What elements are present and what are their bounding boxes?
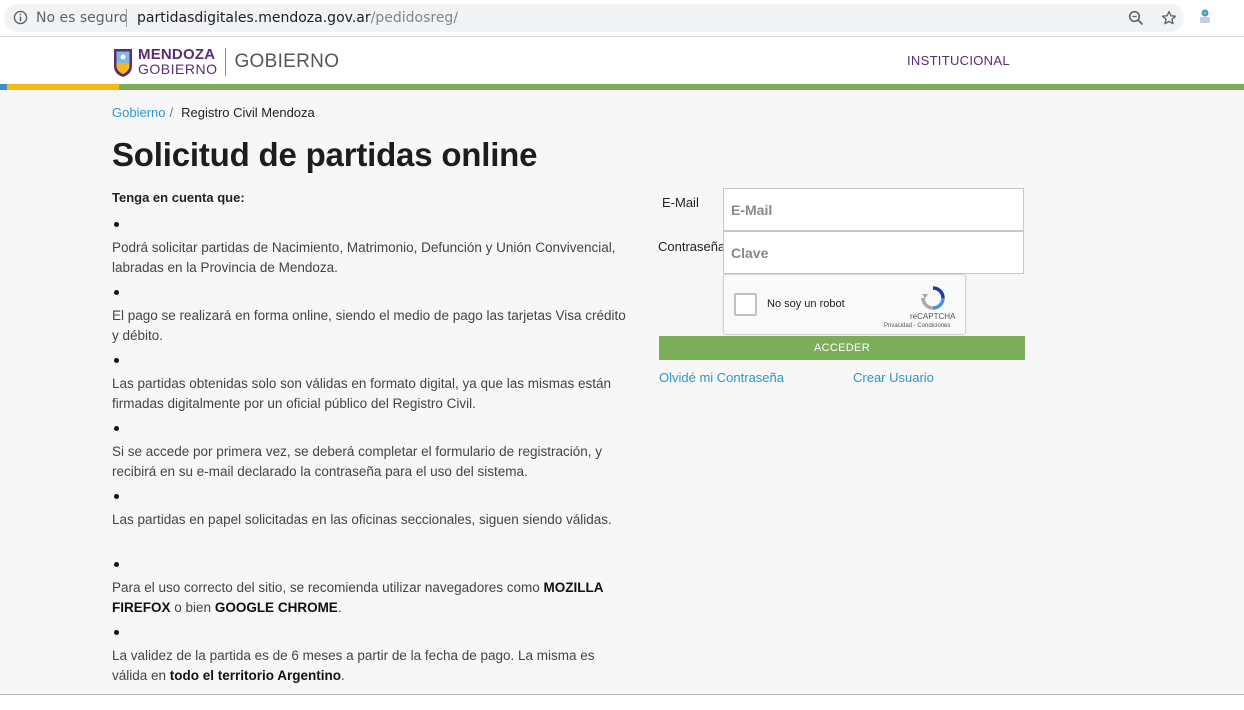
breadcrumb-gobierno[interactable]: Gobierno	[112, 105, 165, 120]
notice-text: Si se accede por primera vez, se deberá …	[112, 442, 632, 482]
notice-list: Podrá solicitar partidas de Nacimiento, …	[112, 218, 632, 694]
bullet-icon	[114, 562, 119, 567]
recaptcha-checkbox[interactable]	[734, 293, 757, 316]
mendoza-logo[interactable]: MENDOZA GOBIERNO GOBIERNO	[112, 45, 339, 79]
notice-item: Las partidas en papel solicitadas en las…	[112, 490, 632, 558]
notice-emphasis: todo el territorio Argentino	[169, 668, 342, 683]
logo-divider	[225, 48, 227, 76]
notice-fragment: Podrá solicitar partidas de Nacimiento, …	[112, 240, 616, 275]
bullet-icon	[114, 494, 119, 499]
window-bottom-edge	[0, 694, 1244, 710]
recaptcha-privacy-links[interactable]: Privacidad - Condiciones	[884, 323, 950, 329]
password-label: Contraseña	[658, 239, 726, 254]
security-status[interactable]: No es seguro	[36, 10, 128, 26]
province-shield-icon	[114, 49, 132, 77]
notice-fragment: El pago se realizará en forma online, si…	[112, 308, 626, 343]
password-input[interactable]	[723, 231, 1024, 274]
url-text[interactable]: partidasdigitales.mendoza.gov.ar/pedidos…	[137, 10, 458, 26]
notice-fragment: .	[341, 668, 345, 683]
bullet-icon	[114, 630, 119, 635]
recaptcha-brand: reCAPTCHA	[910, 312, 956, 321]
main-content: Gobierno / Registro Civil Mendoza Solicitu…	[0, 90, 1244, 694]
create-user-link[interactable]: Crear Usuario	[853, 370, 934, 385]
page-title: Solicitud de partidas online	[112, 136, 538, 173]
logo-line-gobierno: GOBIERNO	[138, 61, 218, 77]
recaptcha-label: No soy un robot	[767, 298, 845, 310]
notice-text: Podrá solicitar partidas de Nacimiento, …	[112, 238, 632, 278]
breadcrumb-separator: /	[169, 105, 174, 120]
notice-item: El pago se realizará en forma online, si…	[112, 286, 632, 354]
notice-item: Podrá solicitar partidas de Nacimiento, …	[112, 218, 632, 286]
notice-fragment: Las partidas obtenidas solo son válidas …	[112, 376, 612, 411]
breadcrumb-registro-civil: Registro Civil Mendoza	[181, 105, 315, 120]
url-path: /pedidosreg/	[370, 10, 459, 26]
bullet-icon	[114, 426, 119, 431]
url-divider	[126, 9, 127, 27]
notice-fragment: .	[337, 600, 342, 615]
notice-fragment: Las partidas en papel solicitadas en las…	[112, 512, 612, 527]
bullet-icon	[114, 290, 119, 295]
notice-emphasis: GOOGLE CHROME	[214, 600, 338, 615]
notice-fragment: Para el uso correcto del sitio, se recom…	[112, 580, 544, 595]
nav-institucional[interactable]: INSTITUCIONAL	[907, 53, 1010, 68]
notice-text: El pago se realizará en forma online, si…	[112, 306, 632, 346]
email-label: E-Mail	[662, 195, 699, 210]
notice-fragment: Si se accede por primera vez, se deberá …	[112, 444, 602, 479]
bullet-icon	[114, 222, 119, 227]
acceder-button[interactable]: ACCEDER	[659, 336, 1025, 360]
notice-text: Las partidas en papel solicitadas en las…	[112, 510, 632, 530]
notice-fragment: o bien	[170, 600, 215, 615]
forgot-password-link[interactable]: Olvidé mi Contraseña	[659, 370, 784, 385]
zoom-icon[interactable]	[1128, 10, 1144, 26]
notice-item: Las partidas obtenidas solo son válidas …	[112, 354, 632, 422]
notice-item: Si se accede por primera vez, se deberá …	[112, 422, 632, 490]
notice-text: Las partidas obtenidas solo son válidas …	[112, 374, 632, 414]
notice-text: La validez de la partida es de 6 meses a…	[112, 646, 632, 686]
site-header: MENDOZA GOBIERNO GOBIERNO INSTITUCIONAL	[0, 37, 1244, 84]
url-host: partidasdigitales.mendoza.gov.ar	[137, 10, 371, 26]
address-bar[interactable]: No es seguro partidasdigitales.mendoza.g…	[4, 4, 1184, 32]
recaptcha-widget: No soy un robot reCAPTCHA Privacidad - C…	[723, 274, 966, 335]
logo-line-mendoza: MENDOZA	[138, 46, 216, 63]
logo-wordmark: MENDOZA GOBIERNO	[138, 46, 218, 77]
bookmark-star-icon[interactable]	[1160, 9, 1178, 27]
browser-toolbar: No es seguro partidasdigitales.mendoza.g…	[0, 0, 1244, 37]
notice-item: La validez de la partida es de 6 meses a…	[112, 626, 632, 694]
extension-icon[interactable]	[1196, 7, 1214, 25]
notice-item: Para el uso correcto del sitio, se recom…	[112, 558, 632, 626]
breadcrumb: Gobierno / Registro Civil Mendoza	[112, 105, 315, 120]
info-icon[interactable]	[13, 10, 28, 25]
email-input[interactable]	[723, 188, 1024, 231]
section-title: GOBIERNO	[234, 51, 340, 72]
recaptcha-logo-icon	[921, 286, 945, 310]
notice-text: Para el uso correcto del sitio, se recom…	[112, 578, 632, 618]
bullet-icon	[114, 358, 119, 363]
notice-heading: Tenga en cuenta que:	[112, 190, 245, 205]
